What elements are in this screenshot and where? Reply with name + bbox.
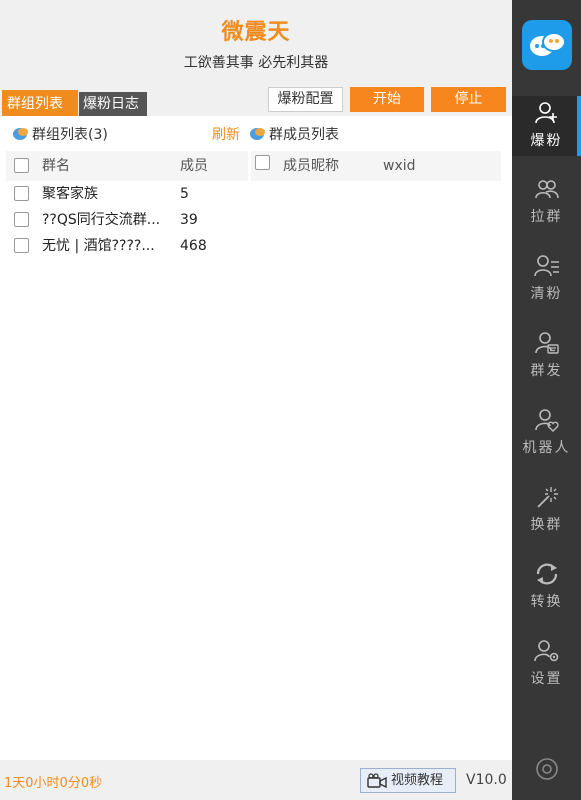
group-member-count: 5 [180,186,189,202]
start-button[interactable]: 开始 [350,87,424,112]
sidebar-item-label: 拉群 [530,209,563,225]
column-nickname: 成员昵称 [283,158,339,174]
table-row[interactable]: 聚客家族 5 [6,181,248,207]
user-list-icon [533,255,559,277]
sidebar-item-label: 转换 [530,594,563,610]
app-header: 微震天 工欲善其事 必先利其器 [0,0,512,84]
run-timer: 1天0小时0分0秒 [4,776,103,791]
select-all-members-checkbox[interactable] [255,155,270,170]
table-row[interactable]: ??QS同行交流群... 39 [6,207,248,233]
sidebar-item-label: 爆粉 [530,133,563,149]
stop-button[interactable]: 停止 [431,87,506,112]
sidebar-item-convert[interactable]: 转换 [512,557,581,617]
column-group-name: 群名 [42,158,70,174]
group-list-title: 群组列表(3) [32,127,108,143]
table-row[interactable]: 无忧 | 酒馆????... 468 [6,233,248,259]
sidebar: 爆粉 拉群 清粉 群发 机器人 换群 转换 设置 [512,0,581,800]
row-checkbox[interactable] [14,212,29,227]
version-label: V10.0 [466,772,507,788]
user-add-icon [534,102,557,124]
row-checkbox[interactable] [14,238,29,253]
sidebar-item-label: 设置 [530,671,563,687]
member-bubble-icon [250,128,265,140]
sidebar-item-settings[interactable]: 设置 [512,634,581,694]
sidebar-item-switch-group[interactable]: 换群 [512,480,581,540]
column-wxid: wxid [383,158,416,174]
column-members: 成员 [180,158,208,174]
member-list-title: 群成员列表 [269,127,339,143]
video-tutorial-label: 视频教程 [391,773,444,788]
user-settings-icon [533,640,558,662]
sidebar-item-boost-fans[interactable]: 爆粉 [512,96,581,156]
sidebar-item-robot[interactable]: 机器人 [512,403,581,463]
tab-log[interactable]: 爆粉日志 [79,92,147,116]
magic-wand-icon [536,487,558,508]
refresh-icon [536,563,557,585]
status-bar: 1天0小时0分0秒 视频教程 V10.0 [0,760,512,800]
group-name: 无忧 | 酒馆????... [42,238,155,254]
sidebar-item-label: 机器人 [522,440,571,456]
group-list-header: 群组列表(3) [12,124,108,146]
group-bubble-icon [13,128,28,140]
sidebar-item-label: 群发 [530,363,563,379]
chat-bubbles-icon [530,32,566,56]
sidebar-item-clean-fans[interactable]: 清粉 [512,249,581,309]
group-table-header: 群名 成员 [6,151,248,181]
sidebar-item-mass-message[interactable]: 群发 [512,326,581,386]
video-camera-icon [367,773,387,789]
video-tutorial-button[interactable]: 视频教程 [360,768,456,793]
active-indicator [577,96,581,156]
refresh-link[interactable]: 刷新 [212,124,240,146]
tab-group-list[interactable]: 群组列表 [2,90,78,116]
row-checkbox[interactable] [14,186,29,201]
config-button[interactable]: 爆粉配置 [268,87,343,112]
group-name: 聚客家族 [42,186,98,202]
user-message-icon [534,332,559,354]
group-icon [534,180,559,199]
user-heart-icon [534,409,559,432]
sidebar-item-label: 换群 [530,517,563,533]
sidebar-item-pull-group[interactable]: 拉群 [512,172,581,232]
app-logo [522,20,572,70]
group-name: ??QS同行交流群... [42,212,161,228]
select-all-groups-checkbox[interactable] [14,158,29,173]
group-member-count: 468 [180,238,207,254]
main-panel: 微震天 工欲善其事 必先利其器 群组列表 爆粉日志 爆粉配置 开始 停止 群组列… [0,0,512,800]
member-list-header: 群成员列表 [249,124,339,146]
sidebar-item-label: 清粉 [530,286,563,302]
help-icon[interactable] [535,757,559,785]
app-slogan: 工欲善其事 必先利其器 [183,55,329,71]
member-table-header: 成员昵称 wxid [251,151,501,181]
app-title: 微震天 [221,20,291,45]
group-member-count: 39 [180,212,198,228]
